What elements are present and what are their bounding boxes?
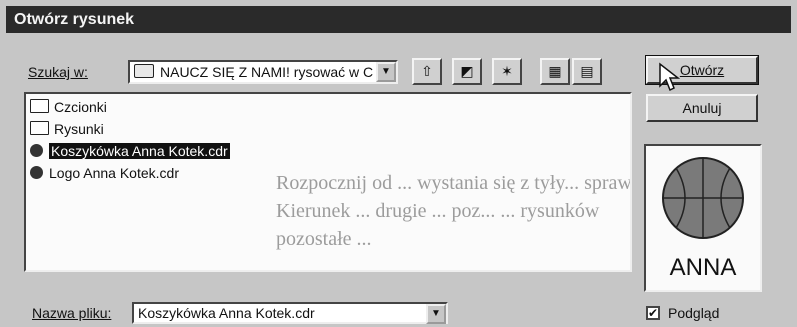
chevron-down-icon[interactable]: ▼ [426,304,446,324]
list-item-label: Czcionki [54,99,107,115]
basketball-icon [662,157,744,239]
preview-checkbox[interactable]: ✔ [646,306,660,320]
file-name-label: Nazwa pliku: [32,305,111,321]
folder-icon [134,64,154,78]
up-folder-button[interactable]: ⇧ [412,58,442,85]
list-item[interactable]: Logo Anna Kotek.cdr [30,162,179,184]
cancel-button[interactable]: Anuluj [646,94,758,122]
file-name-label-text: Nazwa pliku: [32,305,112,321]
file-name-field[interactable]: Koszykówka Anna Kotek.cdr ▼ [132,302,448,324]
folder-icon [30,121,49,135]
list-item[interactable]: Koszykówka Anna Kotek.cdr [30,140,230,162]
look-in-label: Szukaj w: [28,64,88,80]
preview-caption: ANNA [669,254,737,281]
cdr-file-icon [30,144,43,157]
list-item-label: Rysunki [54,121,104,137]
folder-icon [30,99,49,113]
background-bleed-text: pozostałe ... [276,228,372,250]
open-drawing-dialog: Otwórz rysunek Szukaj w: NAUCZ SIĘ Z NAM… [0,0,797,327]
list-item-label: Logo Anna Kotek.cdr [49,165,179,181]
background-bleed-text: Rozpocznij od ... wystania się z tyły...… [276,172,632,194]
check-icon: ✔ [648,306,659,320]
look-in-value: NAUCZ SIĘ Z NAMI! rysować w C [160,64,374,80]
look-in-combo[interactable]: NAUCZ SIĘ Z NAMI! rysować w C ▼ [128,60,398,84]
new-folder-icon: ✶ [501,63,513,79]
list-item-label: Koszykówka Anna Kotek.cdr [49,143,230,159]
file-list[interactable]: Rozpocznij od ... wystania się z tyły...… [24,92,632,272]
open-button-label: Otwórz [679,62,725,78]
mouse-cursor-icon [659,62,680,92]
look-in-label-text: Szukaj w: [28,64,88,80]
new-folder-button[interactable]: ✶ [492,58,522,85]
details-view-icon: ▤ [580,63,594,79]
list-item[interactable]: Rysunki [30,118,104,140]
file-name-value: Koszykówka Anna Kotek.cdr [138,305,315,321]
desktop-icon: ◩ [460,63,474,79]
background-bleed-text: Kierunek ... drugie ... poz... ... rysun… [276,200,600,222]
preview-toggle-label: Podgląd [668,305,720,321]
dialog-title: Otwórz rysunek [6,6,791,33]
desktop-button[interactable]: ◩ [452,58,482,85]
cdr-file-icon [30,166,43,179]
cancel-button-label: Anuluj [682,100,722,116]
details-view-button[interactable]: ▤ [572,58,602,85]
chevron-down-icon[interactable]: ▼ [376,62,396,82]
list-view-icon: ▦ [548,63,562,79]
preview-pane: ANNA [644,144,762,292]
list-view-button[interactable]: ▦ [540,58,570,85]
list-item[interactable]: Czcionki [30,96,107,118]
up-folder-icon: ⇧ [421,63,433,79]
